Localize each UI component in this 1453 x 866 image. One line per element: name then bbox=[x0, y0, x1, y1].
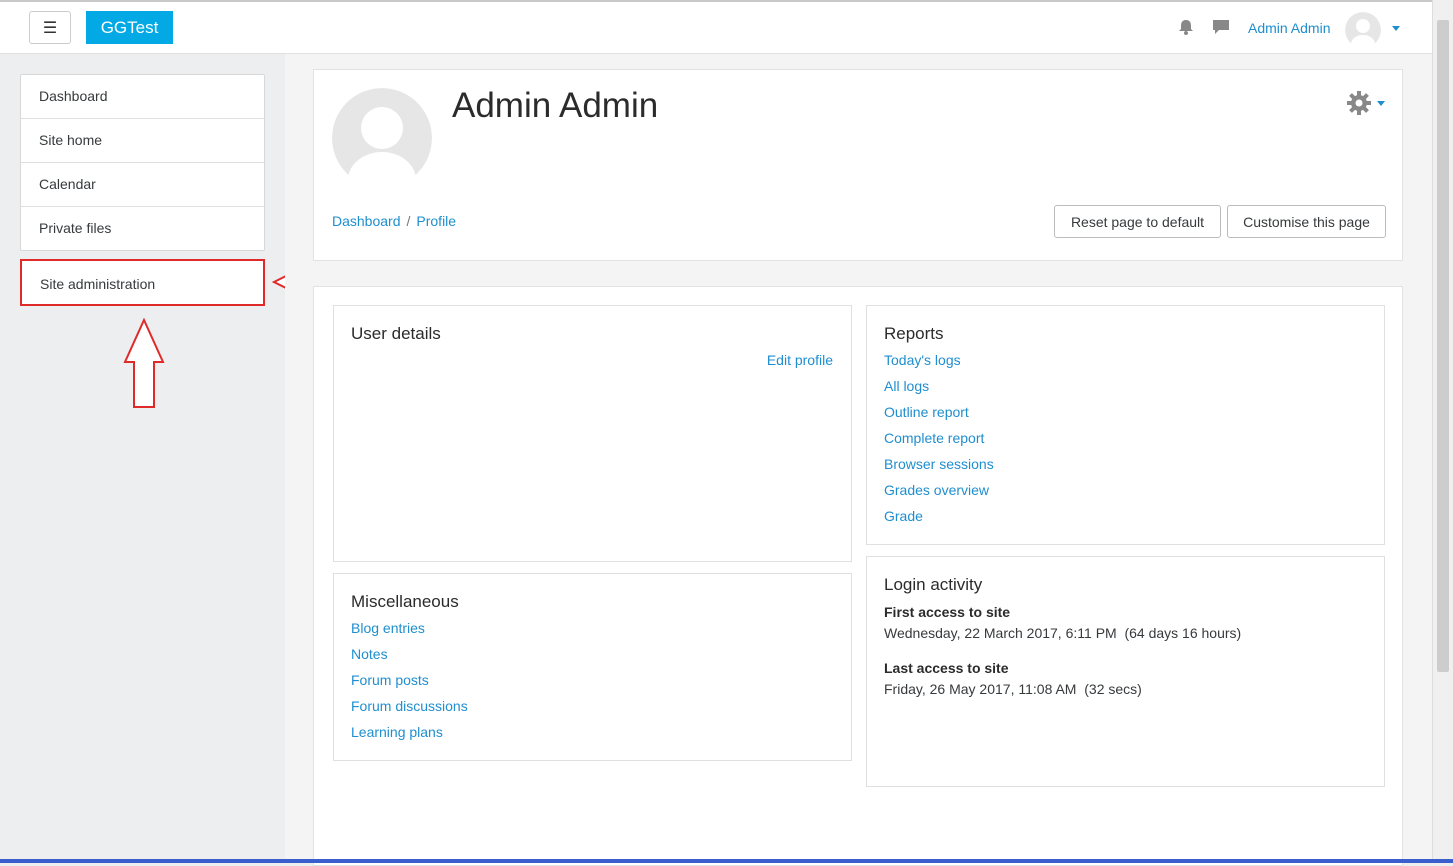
miscellaneous-title: Miscellaneous bbox=[351, 592, 459, 611]
reset-page-button[interactable]: Reset page to default bbox=[1054, 205, 1221, 238]
hamburger-icon: ☰ bbox=[42, 19, 58, 37]
profile-avatar bbox=[332, 88, 432, 188]
forum-posts-link[interactable]: Forum posts bbox=[351, 672, 429, 688]
page-title: Admin Admin bbox=[452, 86, 659, 125]
miscellaneous-block: Miscellaneous Blog entries Notes Forum p… bbox=[333, 573, 852, 761]
nav-item-site-administration[interactable]: Site administration bbox=[20, 259, 265, 306]
grade-link[interactable]: Grade bbox=[884, 508, 923, 524]
window-bottom-edge bbox=[0, 859, 1453, 863]
reports-block: Reports Today's logs All logs Outline re… bbox=[866, 305, 1385, 545]
page-header: Admin Admin Dashboard / Profile Reset page… bbox=[313, 69, 1403, 261]
top-navbar: ☰ GGTest Admin Admin bbox=[0, 0, 1432, 54]
user-avatar[interactable] bbox=[1345, 12, 1381, 48]
page-scrollbar[interactable] bbox=[1432, 0, 1453, 863]
site-brand[interactable]: GGTest bbox=[86, 11, 173, 44]
blog-entries-link[interactable]: Blog entries bbox=[351, 620, 425, 636]
complete-report-link[interactable]: Complete report bbox=[884, 430, 984, 446]
miscellaneous-links: Blog entries Notes Forum posts Forum dis… bbox=[351, 620, 468, 750]
breadcrumb-profile[interactable]: Profile bbox=[416, 213, 456, 229]
breadcrumb: Dashboard / Profile bbox=[332, 213, 456, 229]
nav-item-dashboard[interactable]: Dashboard bbox=[21, 75, 264, 119]
grades-overview-link[interactable]: Grades overview bbox=[884, 482, 989, 498]
all-logs-link[interactable]: All logs bbox=[884, 378, 929, 394]
first-access-value: Wednesday, 22 March 2017, 6:11 PM (64 da… bbox=[884, 625, 1242, 641]
notes-link[interactable]: Notes bbox=[351, 646, 388, 662]
customise-page-button[interactable]: Customise this page bbox=[1227, 205, 1386, 238]
nav-item-calendar[interactable]: Calendar bbox=[21, 163, 264, 207]
breadcrumb-dashboard[interactable]: Dashboard bbox=[332, 213, 401, 229]
main-region: Admin Admin Dashboard / Profile Reset page… bbox=[285, 54, 1432, 866]
gear-caret-icon[interactable] bbox=[1377, 101, 1385, 106]
login-activity-title: Login activity bbox=[884, 575, 983, 594]
nav-drawer: Dashboard Site home Calendar Private fil… bbox=[0, 54, 285, 859]
user-details-title: User details bbox=[351, 324, 441, 343]
first-access-label: First access to site bbox=[884, 604, 1011, 620]
reports-links: Today's logs All logs Outline report Com… bbox=[884, 352, 994, 534]
message-icon[interactable] bbox=[1212, 18, 1230, 36]
learning-plans-link[interactable]: Learning plans bbox=[351, 724, 443, 740]
profile-content: User details Edit profile Reports Today'… bbox=[313, 286, 1403, 866]
user-menu-caret-icon[interactable] bbox=[1392, 26, 1400, 31]
todays-logs-link[interactable]: Today's logs bbox=[884, 352, 961, 368]
user-details-block: User details Edit profile bbox=[333, 305, 852, 562]
nav-item-private-files[interactable]: Private files bbox=[21, 207, 264, 250]
user-menu-name[interactable]: Admin Admin bbox=[1248, 20, 1330, 36]
edit-profile-link[interactable]: Edit profile bbox=[767, 352, 833, 368]
outline-report-link[interactable]: Outline report bbox=[884, 404, 969, 420]
last-access-value: Friday, 26 May 2017, 11:08 AM (32 secs) bbox=[884, 681, 1142, 697]
scrollbar-thumb[interactable] bbox=[1437, 20, 1449, 672]
gear-icon[interactable] bbox=[1346, 90, 1372, 116]
bell-icon[interactable] bbox=[1177, 18, 1195, 36]
annotation-arrow-up bbox=[123, 318, 165, 408]
nav-group: Dashboard Site home Calendar Private fil… bbox=[20, 74, 265, 251]
browser-sessions-link[interactable]: Browser sessions bbox=[884, 456, 994, 472]
reports-title: Reports bbox=[884, 324, 944, 343]
login-activity-block: Login activity First access to site Wedn… bbox=[866, 556, 1385, 787]
menu-toggle-button[interactable]: ☰ bbox=[29, 11, 71, 44]
breadcrumb-separator: / bbox=[406, 213, 411, 229]
last-access-label: Last access to site bbox=[884, 660, 1009, 676]
nav-item-site-home[interactable]: Site home bbox=[21, 119, 264, 163]
forum-discussions-link[interactable]: Forum discussions bbox=[351, 698, 468, 714]
